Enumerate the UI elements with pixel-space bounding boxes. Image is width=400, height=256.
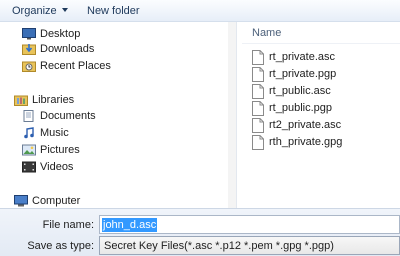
file-name: rt_private.asc: [269, 51, 336, 63]
nav-item-label: Libraries: [32, 94, 75, 106]
file-icon: [252, 84, 264, 99]
downloads-icon: [22, 44, 36, 55]
file-icon: [252, 135, 264, 150]
file-list: Name rt_private.asc rt_private.pgp rt_pu…: [242, 22, 400, 208]
music-icon: [24, 127, 34, 139]
nav-item-label: Computer: [32, 195, 81, 207]
file-name: rt_public.asc: [269, 85, 331, 97]
nav-item-label: Videos: [40, 161, 74, 173]
save-as-type-select[interactable]: Secret Key Files(*.asc *.p12 *.pem *.gpg…: [99, 236, 400, 255]
file-name: rt2_private.asc: [269, 119, 342, 131]
file-name: rt_private.pgp: [269, 68, 337, 80]
file-icon: [252, 50, 264, 65]
new-folder-button[interactable]: New folder: [87, 4, 140, 18]
libraries-icon: [14, 95, 28, 106]
file-icon: [252, 101, 264, 116]
nav-item-label: Music: [40, 127, 69, 139]
save-as-type-label: Save as type:: [27, 240, 94, 252]
file-name-label: File name:: [42, 219, 94, 231]
nav-item-label: Pictures: [40, 144, 80, 156]
file-icon: [252, 118, 264, 133]
nav-item-label: Recent Places: [40, 60, 111, 72]
pictures-icon: [22, 144, 36, 156]
file-name: rth_private.gpg: [269, 136, 343, 148]
navigation-pane: Desktop Downloads Recent Places Librarie…: [0, 22, 236, 208]
nav-item-label: Downloads: [40, 43, 95, 55]
command-toolbar: Organize New folder: [0, 0, 400, 22]
save-as-type-value: Secret Key Files(*.asc *.p12 *.pem *.gpg…: [104, 240, 334, 252]
file-name-input[interactable]: john_d.asc: [99, 215, 400, 234]
desktop-icon: [22, 28, 36, 40]
organize-button[interactable]: Organize: [12, 4, 68, 18]
organize-label: Organize: [12, 5, 57, 17]
column-header-label: Name: [252, 27, 282, 39]
computer-icon: [14, 195, 28, 207]
file-icon: [252, 67, 264, 82]
nav-item-label: Desktop: [40, 28, 81, 40]
file-name-value: john_d.asc: [102, 218, 158, 232]
videos-icon: [22, 161, 36, 173]
recent-places-icon: [22, 61, 36, 72]
save-form: File name: john_d.asc Save as type: Secr…: [0, 208, 400, 256]
file-name: rt_public.pgp: [269, 102, 332, 114]
documents-icon: [23, 110, 34, 122]
chevron-down-icon: [61, 8, 68, 12]
column-header-name[interactable]: Name: [242, 22, 400, 44]
navigation-scrollbar[interactable]: [228, 22, 236, 208]
nav-item-label: Documents: [40, 110, 96, 122]
